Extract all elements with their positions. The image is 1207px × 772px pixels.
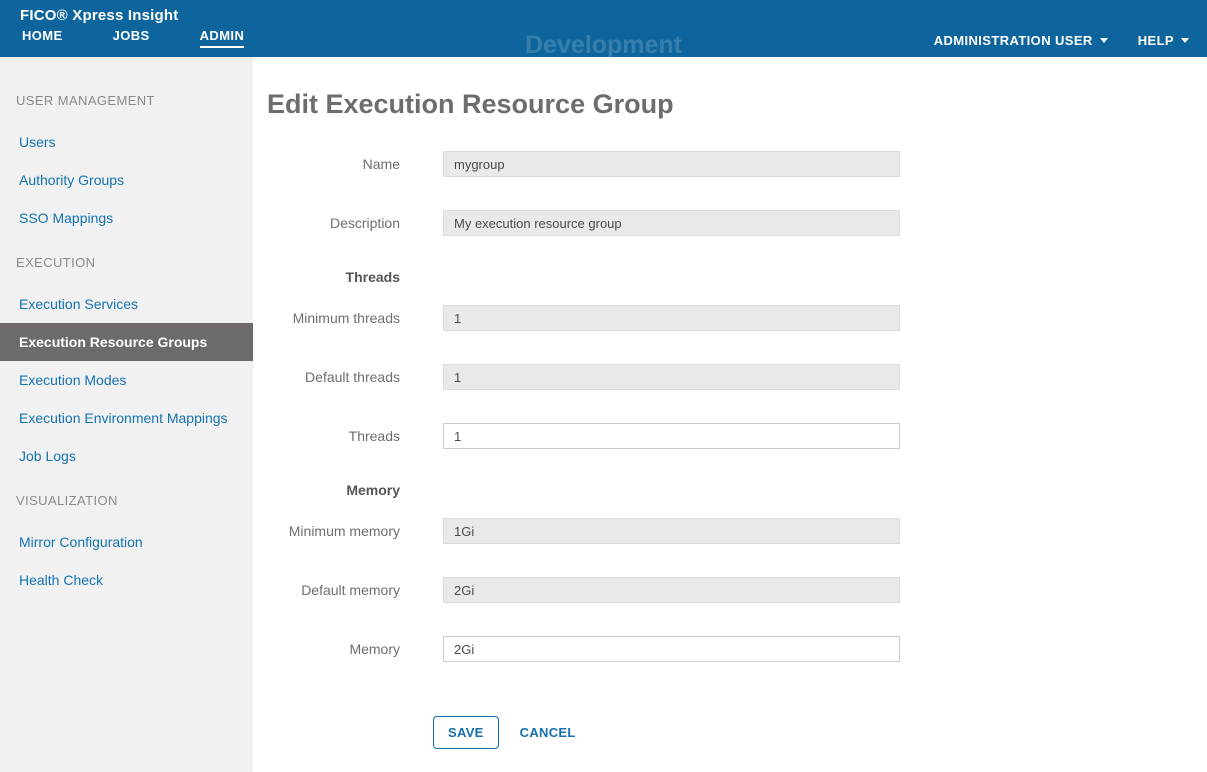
default-memory-field <box>443 577 900 603</box>
environment-watermark: Development <box>525 31 682 60</box>
sidebar-item-mirror-configuration[interactable]: Mirror Configuration <box>0 523 253 561</box>
top-header: FICO® Xpress Insight Development HOME JO… <box>0 0 1207 57</box>
header-right-menus: ADMINISTRATION USER HELP <box>934 33 1189 48</box>
brand-title: FICO® Xpress Insight <box>20 7 178 24</box>
help-menu-label: HELP <box>1138 33 1174 48</box>
sidebar-item-sso-mappings[interactable]: SSO Mappings <box>0 199 253 237</box>
minimum-threads-field <box>443 305 900 331</box>
default-memory-label: Default memory <box>253 582 400 598</box>
save-button[interactable]: SAVE <box>433 716 499 749</box>
form-row-default-memory: Default memory <box>253 577 1207 603</box>
help-menu-button[interactable]: HELP <box>1138 33 1189 48</box>
sidebar-item-users[interactable]: Users <box>0 123 253 161</box>
threads-field[interactable] <box>443 423 900 449</box>
default-threads-field <box>443 364 900 390</box>
memory-section-label: Memory <box>253 482 400 498</box>
minimum-threads-label: Minimum threads <box>253 310 400 326</box>
form-section-memory: Memory <box>253 482 1207 498</box>
form-row-minimum-threads: Minimum threads <box>253 305 1207 331</box>
sidebar-item-execution-resource-groups[interactable]: Execution Resource Groups <box>0 323 253 361</box>
threads-label: Threads <box>253 428 400 444</box>
app-window: FICO® Xpress Insight Development HOME JO… <box>0 0 1207 772</box>
form-section-threads: Threads <box>253 269 1207 285</box>
form-row-threads: Threads <box>253 423 1207 449</box>
form-row-memory: Memory <box>253 636 1207 662</box>
form-row-description: Description <box>253 210 1207 236</box>
user-menu-button[interactable]: ADMINISTRATION USER <box>934 33 1108 48</box>
memory-label: Memory <box>253 641 400 657</box>
sidebar-section-user-management: USER MANAGEMENT <box>0 93 253 109</box>
threads-section-label: Threads <box>253 269 400 285</box>
sidebar-item-health-check[interactable]: Health Check <box>0 561 253 599</box>
cancel-button[interactable]: CANCEL <box>520 725 576 740</box>
description-label: Description <box>253 215 400 231</box>
sidebar-item-execution-services[interactable]: Execution Services <box>0 285 253 323</box>
description-field <box>443 210 900 236</box>
caret-down-icon <box>1181 38 1189 43</box>
memory-field[interactable] <box>443 636 900 662</box>
form-row-minimum-memory: Minimum memory <box>253 518 1207 544</box>
minimum-memory-field <box>443 518 900 544</box>
sidebar-item-execution-modes[interactable]: Execution Modes <box>0 361 253 399</box>
default-threads-label: Default threads <box>253 369 400 385</box>
user-menu-label: ADMINISTRATION USER <box>934 33 1093 48</box>
sidebar-section-execution: EXECUTION <box>0 255 253 271</box>
primary-nav: HOME JOBS ADMIN <box>22 28 244 48</box>
sidebar-item-execution-environment-mappings[interactable]: Execution Environment Mappings <box>0 399 253 437</box>
sidebar-section-visualization: VISUALIZATION <box>0 493 253 509</box>
sidebar-item-job-logs[interactable]: Job Logs <box>0 437 253 475</box>
form-row-name: Name <box>253 151 1207 177</box>
nav-jobs[interactable]: JOBS <box>113 28 150 43</box>
minimum-memory-label: Minimum memory <box>253 523 400 539</box>
name-label: Name <box>253 156 400 172</box>
nav-home[interactable]: HOME <box>22 28 63 43</box>
name-field <box>443 151 900 177</box>
admin-sidebar: USER MANAGEMENT Users Authority Groups S… <box>0 57 253 772</box>
nav-admin[interactable]: ADMIN <box>200 28 245 48</box>
sidebar-item-authority-groups[interactable]: Authority Groups <box>0 161 253 199</box>
form-row-default-threads: Default threads <box>253 364 1207 390</box>
caret-down-icon <box>1100 38 1108 43</box>
page-title: Edit Execution Resource Group <box>267 87 1207 121</box>
main-content: Edit Execution Resource Group Name Descr… <box>253 57 1207 772</box>
form-actions: SAVE CANCEL <box>433 716 1207 749</box>
